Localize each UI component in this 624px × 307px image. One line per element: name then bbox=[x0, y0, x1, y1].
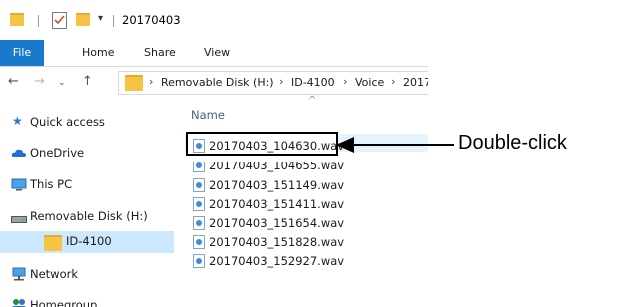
sidebar-item-id-4100[interactable]: ID-4100 bbox=[0, 231, 174, 253]
network-icon bbox=[11, 267, 27, 284]
tab-home[interactable]: Home bbox=[74, 40, 122, 66]
back-arrow-icon[interactable]: ← bbox=[8, 74, 19, 89]
forward-arrow-icon[interactable]: → bbox=[34, 74, 45, 89]
navigation-bar: ← → ⌄ ↑ › Removable Disk (H:) › ID-4100 … bbox=[0, 67, 428, 99]
file-row[interactable]: 20170403_152927.wav bbox=[185, 252, 428, 270]
breadcrumb-20170403[interactable]: 2017 bbox=[403, 76, 428, 89]
file-name: 20170403_151828.wav bbox=[209, 235, 345, 249]
title-bar: ▾ 20170403 bbox=[0, 0, 428, 40]
sidebar-item-label: Homegroup bbox=[30, 298, 98, 307]
file-name: 20170403_151149.wav bbox=[209, 178, 345, 192]
address-bar[interactable]: › Removable Disk (H:) › ID-4100 › Voice … bbox=[118, 71, 428, 95]
sidebar-item-label: OneDrive bbox=[30, 146, 85, 160]
callout-arrow-line bbox=[338, 144, 454, 146]
file-row[interactable]: 20170403_151828.wav bbox=[185, 233, 428, 251]
sidebar-item-onedrive[interactable]: OneDrive bbox=[0, 143, 174, 165]
sidebar-item-removable-disk[interactable]: Removable Disk (H:) bbox=[0, 206, 174, 228]
properties-icon[interactable] bbox=[52, 12, 67, 29]
divider bbox=[38, 15, 39, 27]
file-name: 20170403_104655.wav bbox=[209, 162, 345, 172]
audio-file-icon bbox=[193, 254, 205, 268]
chevron-right-icon[interactable]: › bbox=[149, 75, 153, 88]
callout-label: Double-click bbox=[458, 132, 567, 154]
audio-file-icon bbox=[193, 162, 205, 172]
sidebar-item-network[interactable]: Network bbox=[0, 264, 174, 286]
file-row[interactable]: 20170403_151411.wav bbox=[185, 195, 428, 213]
file-row[interactable]: 20170403_151149.wav bbox=[185, 176, 428, 194]
tab-share[interactable]: Share bbox=[136, 40, 184, 66]
divider bbox=[113, 15, 114, 27]
homegroup-icon bbox=[11, 298, 27, 307]
file-explorer-window: ▾ 20170403 File Home Share View ← → ⌄ ↑ … bbox=[0, 0, 428, 307]
drive-icon bbox=[11, 213, 27, 227]
up-arrow-icon[interactable]: ↑ bbox=[82, 74, 93, 89]
audio-file-icon bbox=[193, 197, 205, 211]
recent-locations-icon[interactable]: ⌄ bbox=[58, 78, 66, 88]
breadcrumb-id-4100[interactable]: ID-4100 bbox=[291, 76, 335, 89]
file-name: 20170403_152927.wav bbox=[209, 254, 345, 268]
ribbon-tabs: File Home Share View bbox=[0, 40, 428, 67]
breadcrumb-voice[interactable]: Voice bbox=[355, 76, 384, 89]
sidebar-item-homegroup[interactable]: Homegroup bbox=[0, 295, 174, 307]
sidebar-item-label: Network bbox=[30, 267, 79, 281]
sidebar-item-quick-access[interactable]: ★ Quick access bbox=[0, 112, 174, 134]
sidebar-item-label: Removable Disk (H:) bbox=[30, 209, 148, 223]
customize-toolbar-icon[interactable]: ▾ bbox=[98, 13, 103, 24]
folder-icon bbox=[125, 75, 143, 91]
audio-file-icon bbox=[193, 178, 205, 192]
file-row[interactable]: 20170403_151654.wav bbox=[185, 214, 428, 232]
column-header-name[interactable]: Name bbox=[191, 108, 225, 122]
chevron-right-icon[interactable]: › bbox=[343, 75, 347, 88]
navigation-pane: ★ Quick access OneDrive This PC Removabl… bbox=[0, 100, 174, 307]
chevron-right-icon[interactable]: › bbox=[391, 75, 395, 88]
cloud-icon bbox=[11, 147, 27, 162]
sidebar-item-this-pc[interactable]: This PC bbox=[0, 174, 174, 196]
tab-file[interactable]: File bbox=[0, 40, 44, 66]
sort-ascending-icon: ^ bbox=[308, 95, 317, 106]
tab-view[interactable]: View bbox=[196, 40, 238, 66]
sidebar-item-label: This PC bbox=[30, 177, 73, 191]
computer-icon bbox=[11, 178, 27, 194]
chevron-right-icon[interactable]: › bbox=[279, 75, 283, 88]
breadcrumb-removable-disk[interactable]: Removable Disk (H:) bbox=[161, 76, 274, 89]
callout-arrowhead bbox=[336, 137, 354, 153]
audio-file-icon bbox=[193, 216, 205, 230]
audio-file-icon bbox=[193, 235, 205, 249]
window-title: 20170403 bbox=[122, 13, 181, 27]
file-name: 20170403_104630.wav bbox=[209, 139, 345, 153]
new-folder-icon[interactable] bbox=[76, 13, 90, 26]
file-name: 20170403_151411.wav bbox=[209, 197, 345, 211]
folder-icon bbox=[44, 235, 62, 251]
file-list-pane: ^ Name 20170403_104630.wav 20170403_1046… bbox=[175, 95, 428, 307]
star-icon: ★ bbox=[12, 114, 23, 128]
file-row[interactable]: 20170403_104630.wav bbox=[185, 137, 428, 155]
file-name: 20170403_151654.wav bbox=[209, 216, 345, 230]
audio-file-icon bbox=[193, 139, 205, 153]
sidebar-item-label: Quick access bbox=[30, 115, 105, 129]
file-row[interactable]: 20170403_104655.wav bbox=[185, 162, 428, 172]
folder-icon bbox=[10, 13, 24, 26]
sidebar-item-label: ID-4100 bbox=[66, 234, 112, 248]
